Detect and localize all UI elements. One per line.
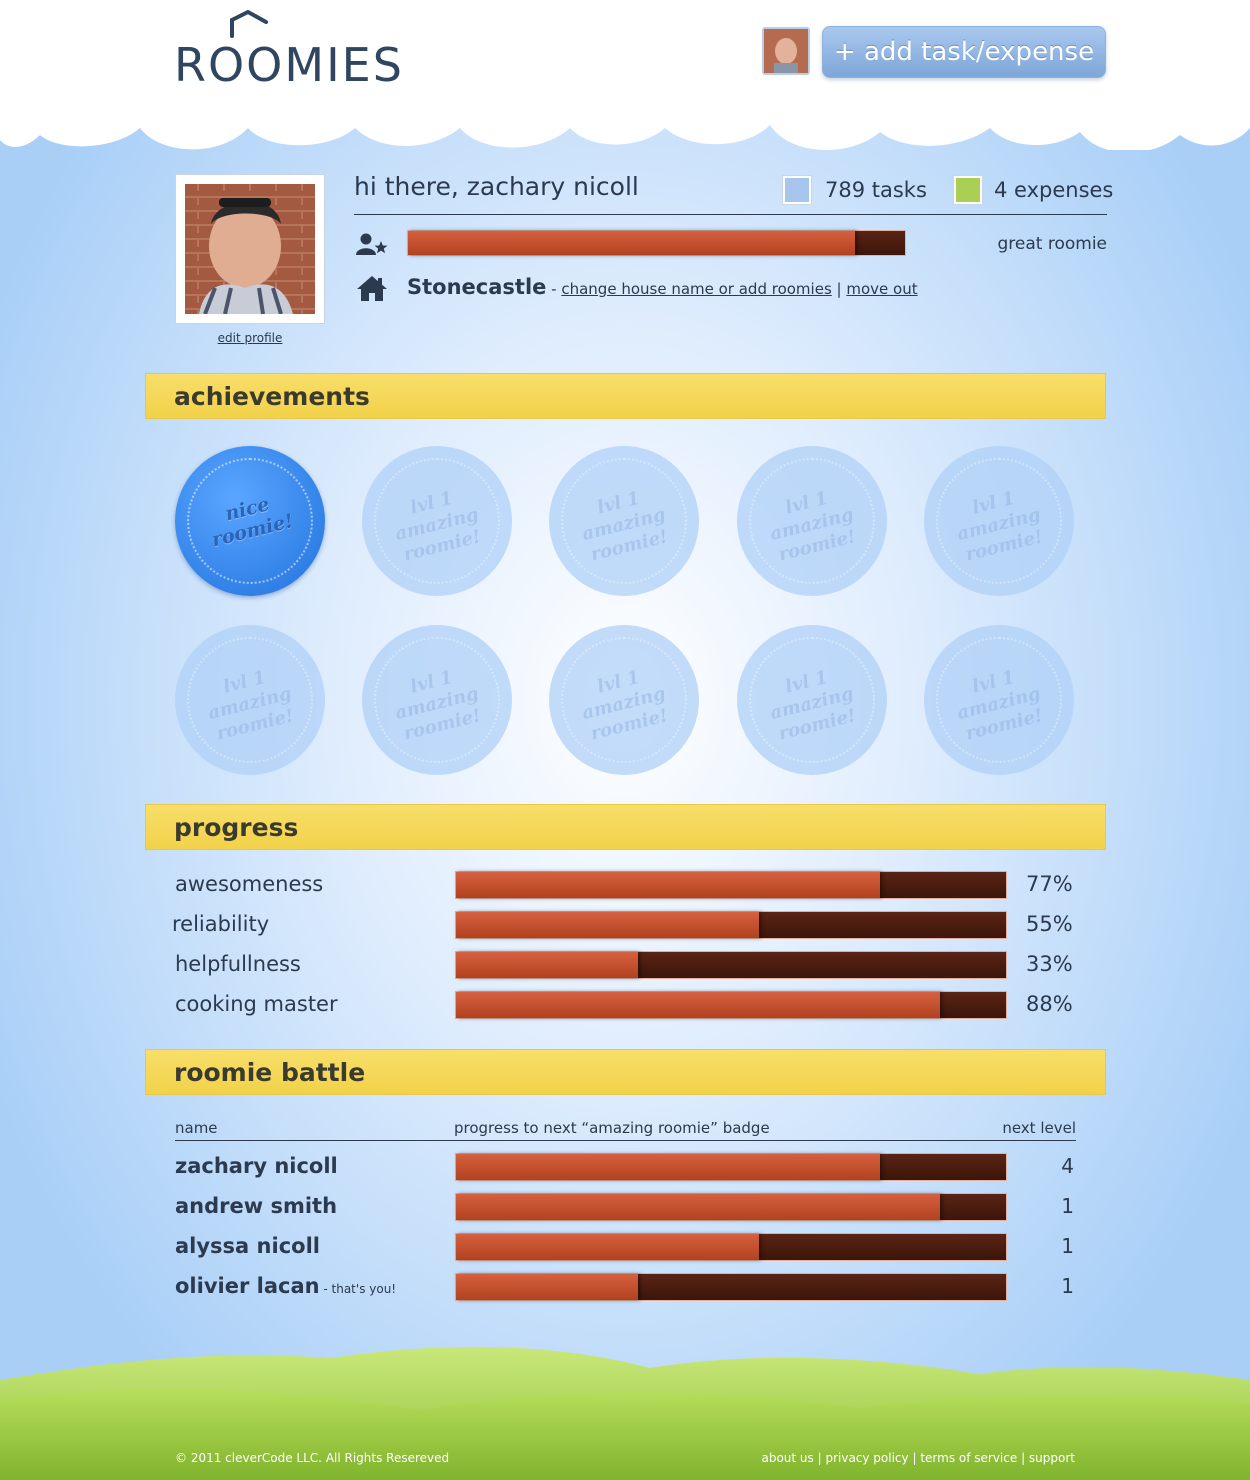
badge-locked[interactable]: lvl 1 amazing roomie! — [549, 625, 699, 775]
logo-wordmark: ROOMIES — [174, 38, 404, 92]
roomie-rank-bar-fill — [408, 231, 856, 255]
tasks-count: 789 tasks — [825, 178, 927, 202]
next-level-value: 1 — [1061, 1234, 1074, 1258]
roomie-name: alyssa nicoll — [175, 1234, 320, 1258]
footer-link-support[interactable]: support — [1029, 1451, 1075, 1465]
progress-bar — [455, 951, 1007, 979]
progress-percent: 88% — [1026, 992, 1073, 1016]
progress-bar — [455, 911, 1007, 939]
roomie-name-text: zachary nicoll — [175, 1154, 338, 1178]
roomie-rank-icon — [356, 233, 388, 255]
roomie-name: zachary nicoll — [175, 1154, 338, 1178]
progress-title: progress — [174, 813, 299, 842]
greeting: hi there, zachary nicoll — [354, 172, 639, 201]
badge-locked[interactable]: lvl 1 amazing roomie! — [737, 625, 887, 775]
roomie-battle-header: roomie battle — [145, 1049, 1106, 1095]
progress-label: awesomeness — [175, 872, 324, 896]
battle-progress-bar-fill — [456, 1194, 940, 1220]
change-house-link[interactable]: change house name or add roomies — [561, 280, 831, 298]
next-level-value: 1 — [1061, 1274, 1074, 1298]
roomies-logo[interactable]: ROOMIES — [174, 10, 404, 98]
footer-link-separator: | — [813, 1451, 826, 1465]
battle-progress-bar — [455, 1233, 1007, 1261]
roomie-name-text: alyssa nicoll — [175, 1234, 320, 1258]
footer-link-privacy-policy[interactable]: privacy policy — [825, 1451, 908, 1465]
table-header-rule — [175, 1140, 1076, 1141]
roomie-battle-title: roomie battle — [174, 1058, 366, 1087]
house-info: Stonecastle - change house name or add r… — [407, 275, 918, 299]
expenses-count: 4 expenses — [994, 178, 1114, 202]
progress-bar — [455, 871, 1007, 899]
next-level-value: 4 — [1061, 1154, 1074, 1178]
progress-percent: 55% — [1026, 912, 1073, 936]
copyright: © 2011 cleverCode LLC. All Rights Resere… — [175, 1451, 450, 1465]
battle-progress-bar-fill — [456, 1274, 638, 1300]
progress-percent: 77% — [1026, 872, 1073, 896]
profile-photo — [175, 174, 325, 324]
house-name: Stonecastle — [407, 275, 547, 299]
column-header-name: name — [175, 1119, 218, 1137]
battle-progress-bar-fill — [456, 1234, 759, 1260]
roomie-note: - that's you! — [319, 1282, 397, 1296]
roomie-rank-label: great roomie — [997, 234, 1107, 254]
profile-divider — [354, 214, 1107, 215]
achievements-title: achievements — [174, 382, 370, 411]
footer-link-about-us[interactable]: about us — [761, 1451, 813, 1465]
progress-percent: 33% — [1026, 952, 1073, 976]
add-task-expense-button[interactable]: + add task/expense — [822, 26, 1106, 78]
footer-link-separator: | — [1017, 1451, 1029, 1465]
edit-profile-link[interactable]: edit profile — [175, 331, 325, 345]
progress-label: reliability — [172, 912, 270, 936]
progress-bar-fill — [456, 992, 940, 1018]
progress-bar-fill — [456, 872, 880, 898]
battle-progress-bar-fill — [456, 1154, 880, 1180]
footer-link-separator: | — [908, 1451, 921, 1465]
progress-label: helpfullness — [175, 952, 301, 976]
progress-bar-fill — [456, 912, 759, 938]
roof-icon — [230, 10, 268, 38]
badge-locked[interactable]: lvl 1 amazing roomie! — [175, 625, 325, 775]
roomie-rank-bar — [407, 230, 906, 256]
header-avatar[interactable] — [762, 27, 810, 75]
house-icon — [357, 276, 387, 301]
badge-locked[interactable]: lvl 1 amazing roomie! — [549, 446, 699, 596]
battle-progress-bar — [455, 1193, 1007, 1221]
roomie-name: olivier lacan - that's you! — [175, 1274, 396, 1298]
roomie-name: andrew smith — [175, 1194, 337, 1218]
avatar-face-icon — [764, 29, 808, 73]
progress-bar-fill — [456, 952, 638, 978]
badge-earned[interactable]: nice roomie! — [175, 446, 325, 596]
next-level-value: 1 — [1061, 1194, 1074, 1218]
expenses-color-swatch — [954, 176, 982, 204]
house-separator: - — [546, 280, 562, 298]
roomie-name-text: olivier lacan — [175, 1274, 320, 1298]
house-link-separator: | — [831, 280, 847, 298]
battle-progress-bar — [455, 1273, 1007, 1301]
badge-locked[interactable]: lvl 1 amazing roomie! — [362, 446, 512, 596]
profile-photo-image — [185, 184, 315, 314]
badge-locked[interactable]: lvl 1 amazing roomie! — [924, 446, 1074, 596]
tasks-color-swatch — [783, 176, 811, 204]
roomie-name-text: andrew smith — [175, 1194, 338, 1218]
badge-locked[interactable]: lvl 1 amazing roomie! — [924, 625, 1074, 775]
progress-label: cooking master — [175, 992, 338, 1016]
badge-locked[interactable]: lvl 1 amazing roomie! — [737, 446, 887, 596]
footer-links: about us | privacy policy | terms of ser… — [761, 1451, 1075, 1465]
footer-link-terms-of-service[interactable]: terms of service — [920, 1451, 1017, 1465]
move-out-link[interactable]: move out — [846, 280, 917, 298]
progress-bar — [455, 991, 1007, 1019]
battle-progress-bar — [455, 1153, 1007, 1181]
progress-header: progress — [145, 804, 1106, 850]
achievements-header: achievements — [145, 373, 1106, 419]
column-header-next-level: next level — [1002, 1119, 1076, 1137]
column-header-progress: progress to next “amazing roomie” badge — [454, 1119, 770, 1137]
badge-locked[interactable]: lvl 1 amazing roomie! — [362, 625, 512, 775]
